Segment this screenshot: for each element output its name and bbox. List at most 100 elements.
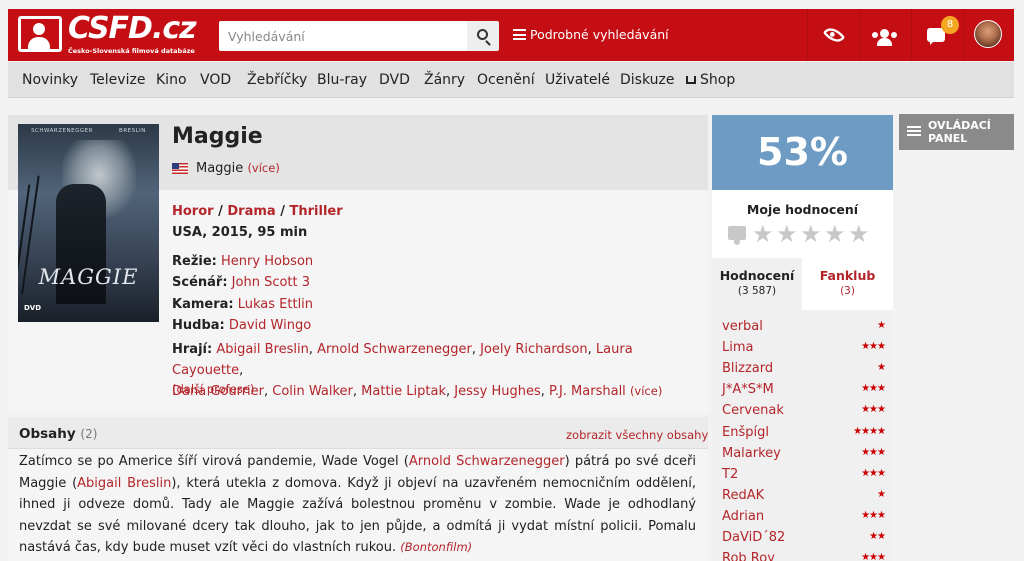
nav-item-zanry[interactable]: Žánry xyxy=(424,72,465,88)
notification-badge: 8 xyxy=(941,16,959,34)
star-empty-icon[interactable]: ★ xyxy=(752,222,774,246)
list-item: Lima ★★★ xyxy=(722,340,886,360)
rating-percent: 53% xyxy=(712,115,893,190)
crew-label: Kamera: xyxy=(172,297,234,312)
rater-name-link[interactable]: Cervenak xyxy=(722,403,784,418)
star-empty-icon[interactable]: ★ xyxy=(800,222,822,246)
rater-name-link[interactable]: T2 xyxy=(722,467,738,482)
nav-item-vod[interactable]: VOD xyxy=(200,72,231,88)
film-poster[interactable]: SCHWARZENEGGER BRESLIN MAGGIE DVD xyxy=(18,124,159,322)
nav-item-zebricky[interactable]: Žebříčky xyxy=(247,72,307,88)
crew-name-link[interactable]: Lukas Ettlin xyxy=(238,297,313,312)
nav-item-diskuze[interactable]: Diskuze xyxy=(620,72,674,88)
plot-actor-link[interactable]: Abigail Breslin xyxy=(77,476,171,491)
thumbs-down-icon[interactable] xyxy=(728,226,746,245)
nav-item-televize[interactable]: Televize xyxy=(90,72,145,88)
cast-link[interactable]: Jessy Hughes xyxy=(454,384,540,399)
plot-actor-link[interactable]: Arnold Schwarzenegger xyxy=(409,454,565,469)
rater-name-link[interactable]: Adrian xyxy=(722,509,764,524)
list-item: T2 ★★★ xyxy=(722,467,886,487)
tab-fanclub[interactable]: Fanklub (3) xyxy=(802,258,893,310)
rater-name-link[interactable]: Lima xyxy=(722,340,753,355)
more-professions-link[interactable]: (další profese) xyxy=(172,382,254,396)
plot-text-part: Zatímco se po Americe šíří virová pandem… xyxy=(19,454,409,469)
nav-item-shop[interactable]: Shop xyxy=(686,72,735,88)
search-icon xyxy=(477,29,488,40)
advanced-search-link[interactable]: Podrobné vyhledávání xyxy=(513,27,669,42)
cast-link[interactable]: Mattie Liptak xyxy=(361,384,446,399)
plot-count: (2) xyxy=(80,427,98,441)
tab-fanclub-count: (3) xyxy=(840,285,855,297)
search-input[interactable] xyxy=(219,21,467,51)
show-all-plots-link[interactable]: zobrazit všechny obsahy xyxy=(566,428,708,442)
poster-actor-right: BRESLIN xyxy=(119,128,146,134)
tab-ratings[interactable]: Hodnocení (3 587) xyxy=(712,258,802,310)
rater-stars: ★ xyxy=(877,362,886,373)
genre-link[interactable]: Drama xyxy=(227,204,275,219)
rater-name-link[interactable]: RedAK xyxy=(722,488,764,503)
friends-button[interactable] xyxy=(860,9,911,61)
hamburger-menu-icon xyxy=(907,126,921,128)
people-icon-body xyxy=(877,38,892,46)
cast-link[interactable]: Joely Richardson xyxy=(480,342,588,357)
advanced-search-label: Podrobné vyhledávání xyxy=(530,27,669,42)
cast-more-link[interactable]: (více) xyxy=(630,384,662,398)
people-icon-right xyxy=(891,32,897,38)
nav-item-dvd[interactable]: DVD xyxy=(379,72,410,88)
plot-title-text: Obsahy xyxy=(19,426,76,442)
star-empty-icon[interactable]: ★ xyxy=(848,222,870,246)
rater-name-link[interactable]: Enšpígl xyxy=(722,425,769,440)
search-box xyxy=(219,21,467,51)
list-item: DaViD´82 ★★ xyxy=(722,530,886,550)
star-empty-icon[interactable]: ★ xyxy=(824,222,846,246)
cast-label: Hrají: xyxy=(172,342,213,357)
nav-item-oceneni[interactable]: Ocenění xyxy=(477,72,535,88)
rater-name-link[interactable]: verbal xyxy=(722,319,763,334)
genre-link[interactable]: Horor xyxy=(172,204,214,219)
rater-name-link[interactable]: Malarkey xyxy=(722,446,781,461)
cast-link[interactable]: P.J. Marshall xyxy=(549,384,626,399)
nav-item-bluray[interactable]: Blu-ray xyxy=(317,72,367,88)
rater-name-link[interactable]: Blizzard xyxy=(722,361,773,376)
nav-item-uzivatele[interactable]: Uživatelé xyxy=(545,72,610,88)
nav-item-kino[interactable]: Kino xyxy=(156,72,187,88)
people-icon-left xyxy=(872,32,878,38)
cast-link[interactable]: Arnold Schwarzenegger xyxy=(317,342,472,357)
site-logo[interactable]: CSFD.cz Česko-Slovenská filmová databáze xyxy=(18,11,197,58)
rater-name-link[interactable]: J*A*S*M xyxy=(722,382,774,397)
cast-link[interactable]: Abigail Breslin xyxy=(216,342,309,357)
rating-tabs: Hodnocení (3 587) Fanklub (3) xyxy=(712,258,893,310)
eye-icon xyxy=(822,23,846,47)
poster-title: MAGGIE xyxy=(38,265,139,289)
rater-stars: ★★★★ xyxy=(853,426,886,437)
genre-link[interactable]: Thriller xyxy=(290,204,343,219)
rater-name-link[interactable]: Rob Roy xyxy=(722,551,775,561)
rater-name-link[interactable]: DaViD´82 xyxy=(722,530,785,545)
watchlist-button[interactable] xyxy=(808,9,859,61)
original-title-more-link[interactable]: (více) xyxy=(247,161,279,175)
crew-name-link[interactable]: David Wingo xyxy=(229,318,311,333)
messages-button[interactable]: 8 xyxy=(912,9,963,61)
nav-item-novinky[interactable]: Novinky xyxy=(22,72,78,88)
logo-text: CSFD.cz xyxy=(68,11,197,46)
star-empty-icon[interactable]: ★ xyxy=(776,222,798,246)
rater-stars: ★★★ xyxy=(861,383,886,394)
main-navigation: Novinky Televize Kino VOD Žebříčky Blu-r… xyxy=(8,62,1014,98)
cast-link[interactable]: Colin Walker xyxy=(272,384,353,399)
crew-camera: Kamera: Lukas Ettlin xyxy=(172,297,313,312)
tab-fanclub-label: Fanklub xyxy=(819,268,876,283)
cart-icon xyxy=(686,76,696,84)
plot-source-link[interactable]: (Bontonfilm) xyxy=(400,540,472,554)
original-title: Maggie (více) xyxy=(196,161,280,176)
user-avatar[interactable] xyxy=(974,20,1002,48)
rater-stars: ★ xyxy=(877,489,886,500)
search-button[interactable] xyxy=(467,21,499,51)
crew-writer: Scénář: John Scott 3 xyxy=(172,275,310,290)
list-item: Malarkey ★★★ xyxy=(722,446,886,466)
poster-actor-left: SCHWARZENEGGER xyxy=(31,128,93,134)
crew-name-link[interactable]: Henry Hobson xyxy=(221,254,313,269)
crew-name-link[interactable]: John Scott 3 xyxy=(232,275,310,290)
list-item: verbal ★ xyxy=(722,319,886,339)
control-panel-button[interactable]: OVLÁDACÍ PANEL xyxy=(899,114,1014,150)
list-item: Blizzard ★ xyxy=(722,361,886,381)
